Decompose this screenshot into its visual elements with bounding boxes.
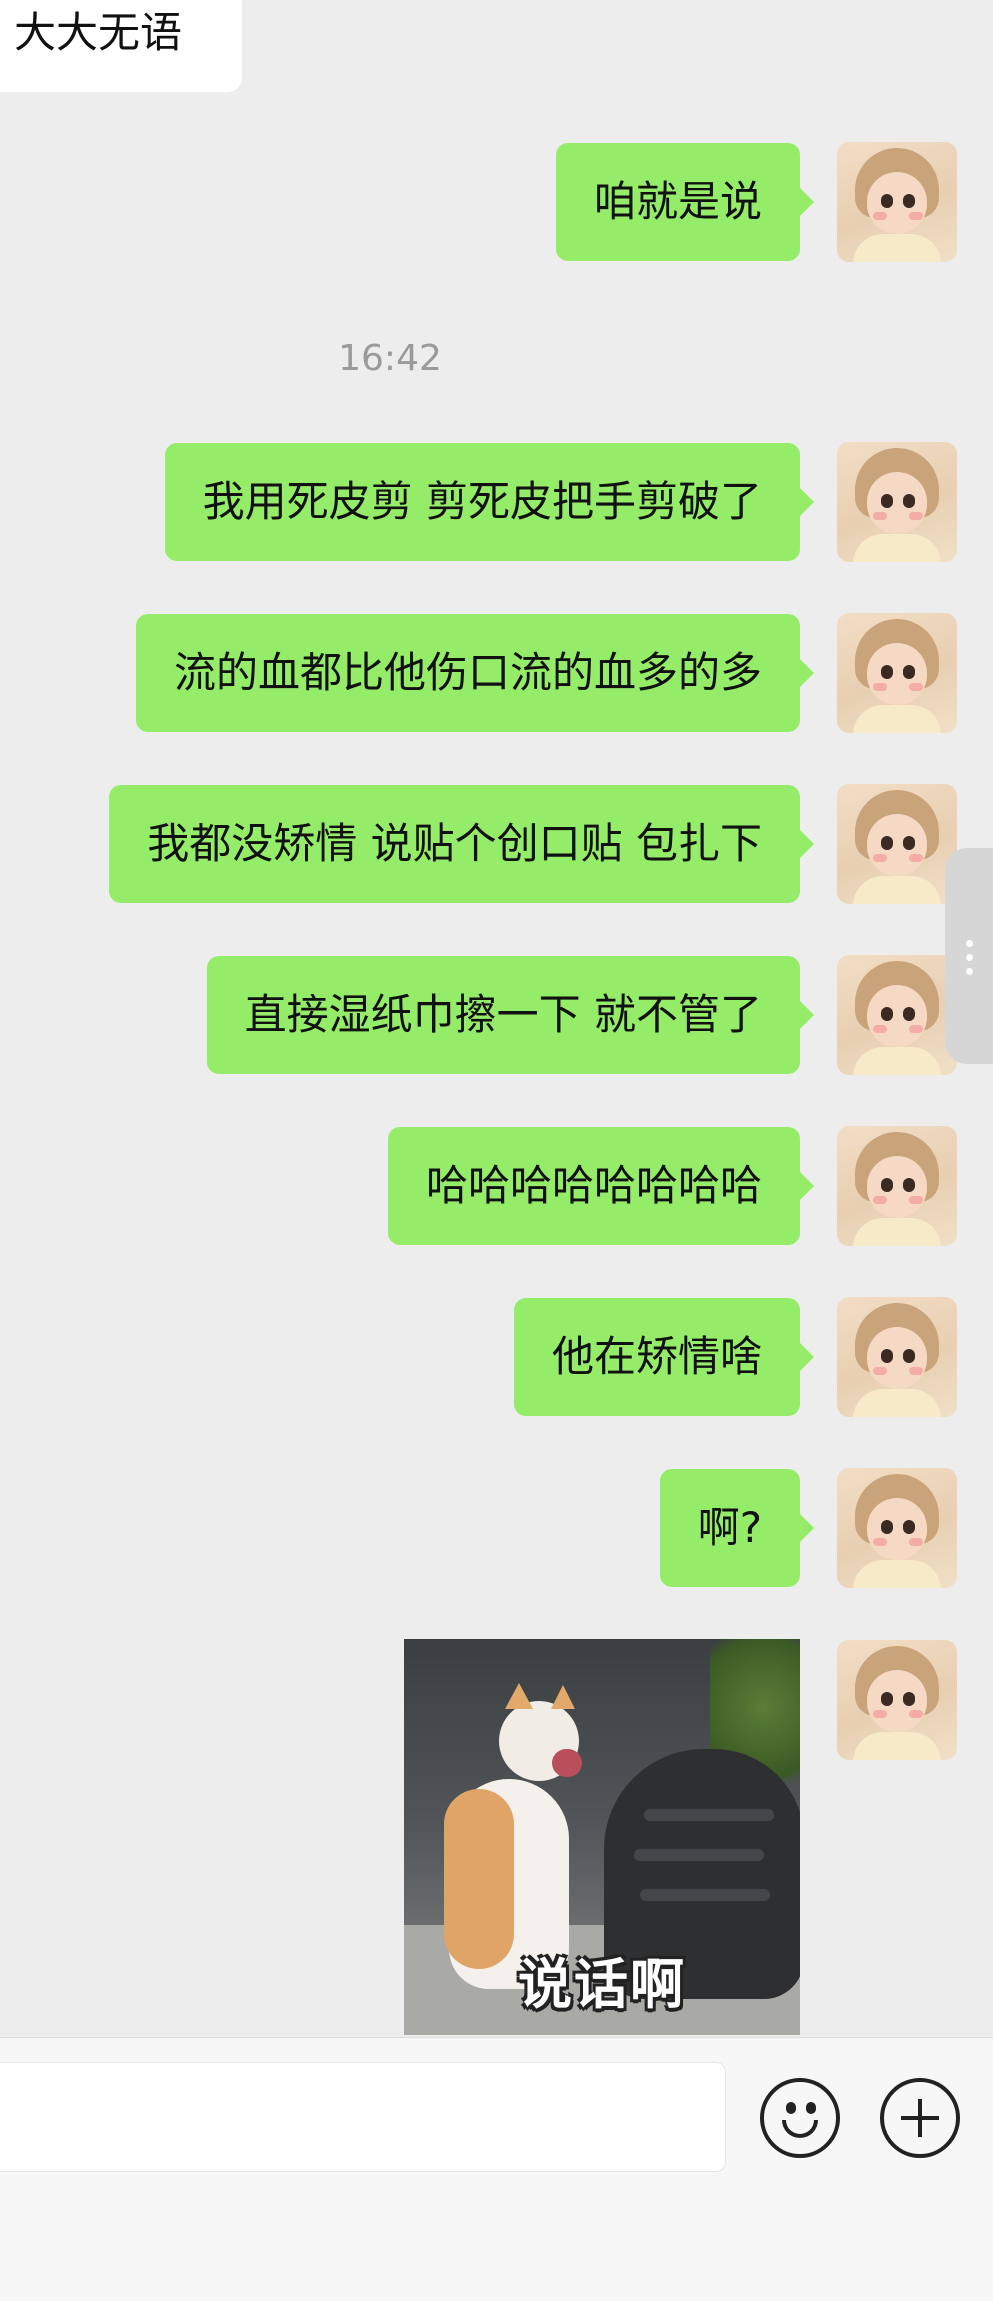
sticker-caption: 说话啊 — [518, 1953, 686, 2016]
user-avatar[interactable] — [837, 613, 957, 733]
user-avatar[interactable] — [837, 442, 957, 562]
outgoing-message-bubble[interactable]: 咱就是说 — [555, 143, 815, 261]
outgoing-message-bubble[interactable]: 我都没矫情 说贴个创口贴 包扎下 — [109, 785, 814, 903]
plus-circle-icon[interactable] — [880, 2078, 960, 2158]
outgoing-message-bubble[interactable]: 流的血都比他伤口流的血多的多 — [135, 614, 815, 732]
smiley-icon[interactable] — [760, 2078, 840, 2158]
message-text: 直接湿纸巾擦一下 就不管了 — [244, 990, 762, 1039]
side-drawer-handle[interactable] — [945, 848, 993, 1064]
user-avatar[interactable] — [837, 1297, 957, 1417]
chat-input-bar — [0, 2037, 993, 2301]
message-text: 流的血都比他伤口流的血多的多 — [173, 648, 762, 697]
outgoing-message-bubble[interactable]: 直接湿纸巾擦一下 就不管了 — [206, 956, 815, 1074]
user-avatar[interactable] — [837, 1126, 957, 1246]
outgoing-message-bubble[interactable]: 我用死皮剪 剪死皮把手剪破了 — [164, 443, 815, 561]
message-input[interactable] — [0, 2062, 726, 2172]
user-avatar[interactable] — [837, 1468, 957, 1588]
incoming-message-text: 大大无语 — [14, 8, 183, 57]
outgoing-message-bubble[interactable]: 他在矫情啥 — [513, 1298, 815, 1416]
user-avatar[interactable] — [837, 1640, 957, 1760]
outgoing-message-bubble[interactable]: 啊? — [659, 1469, 815, 1587]
message-text: 他在矫情啥 — [551, 1332, 762, 1381]
incoming-message-bubble[interactable]: 大大无语 — [0, 0, 242, 92]
message-text: 我用死皮剪 剪死皮把手剪破了 — [202, 477, 762, 526]
message-text: 哈哈哈哈哈哈哈哈 — [425, 1161, 762, 1210]
user-avatar[interactable] — [837, 955, 957, 1075]
cat-sticker-image[interactable]: 说话啊 — [404, 1639, 800, 2035]
message-text: 我都没矫情 说贴个创口贴 包扎下 — [147, 819, 762, 868]
message-text: 啊? — [697, 1503, 762, 1552]
outgoing-message-bubble[interactable]: 哈哈哈哈哈哈哈哈 — [387, 1127, 815, 1245]
user-avatar[interactable] — [837, 784, 957, 904]
message-timestamp: 16:42 — [338, 338, 442, 379]
user-avatar[interactable] — [837, 142, 957, 262]
message-text: 咱就是说 — [593, 177, 762, 226]
